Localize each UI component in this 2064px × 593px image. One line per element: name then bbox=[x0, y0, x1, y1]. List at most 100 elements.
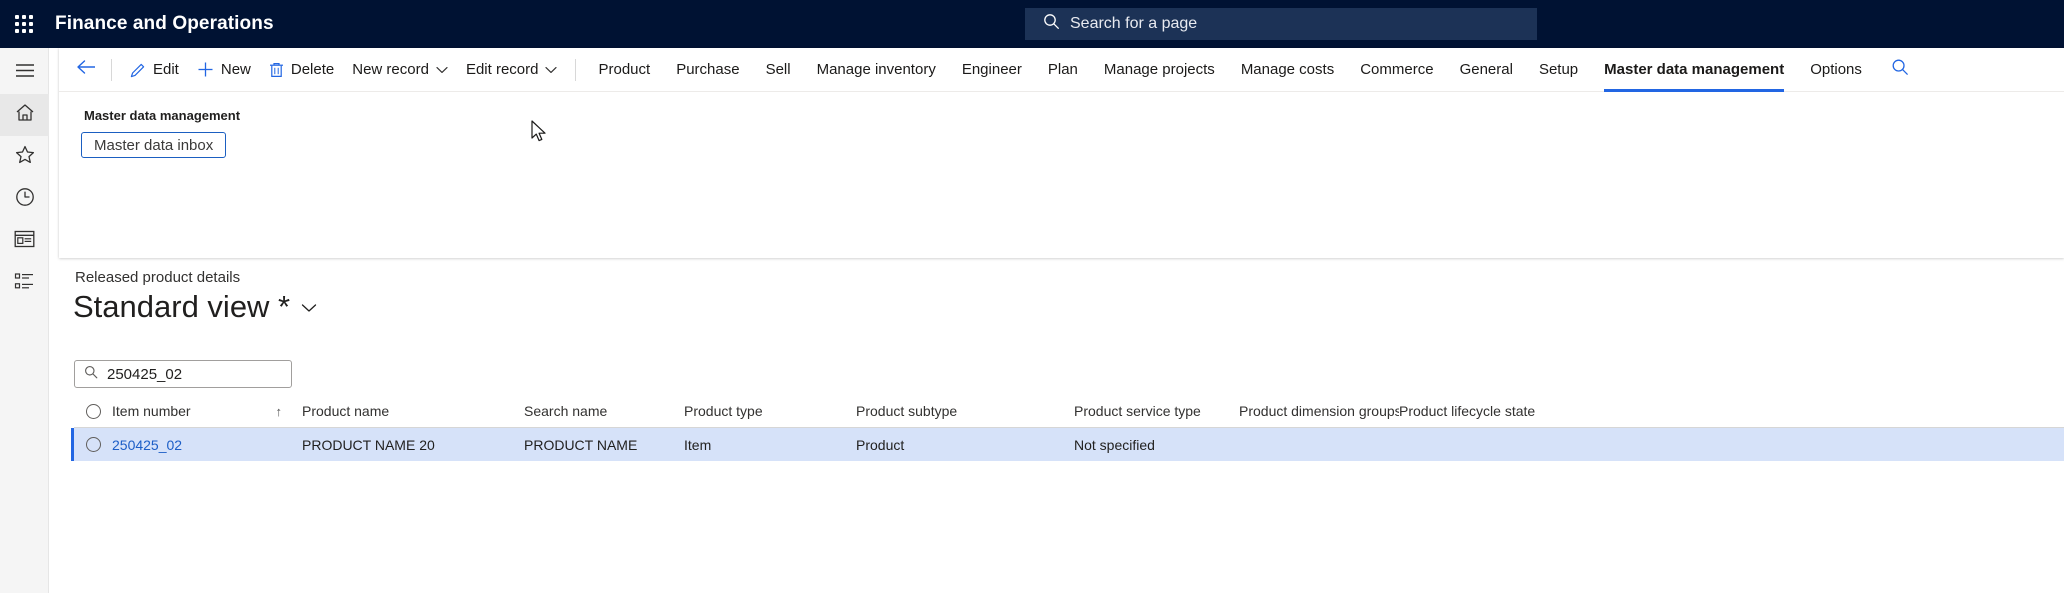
tab-label: Purchase bbox=[676, 61, 740, 78]
tab-plan[interactable]: Plan bbox=[1035, 48, 1091, 92]
breadcrumb: Released product details bbox=[75, 269, 241, 286]
tab-manage-inventory[interactable]: Manage inventory bbox=[804, 48, 949, 92]
sidebar-item-recent[interactable] bbox=[0, 178, 49, 220]
home-icon bbox=[15, 103, 35, 127]
chevron-down-icon bbox=[436, 66, 448, 74]
column-header-product-dimension-groups[interactable]: Product dimension groups bbox=[1239, 403, 1399, 419]
tab-label: Product bbox=[598, 61, 651, 78]
app-title: Finance and Operations bbox=[55, 13, 274, 34]
delete-button-label: Delete bbox=[290, 61, 335, 78]
star-icon bbox=[15, 145, 35, 169]
plus-icon bbox=[197, 61, 214, 78]
cell-search-name: PRODUCT NAME bbox=[524, 436, 638, 453]
tab-sell[interactable]: Sell bbox=[753, 48, 804, 92]
clock-icon bbox=[15, 187, 35, 212]
top-navigation-bar: Finance and Operations Search for a page bbox=[0, 0, 2064, 48]
tab-product[interactable]: Product bbox=[585, 48, 663, 92]
sidebar-item-modules[interactable] bbox=[0, 262, 49, 304]
column-header-product-name[interactable]: Product name bbox=[302, 403, 524, 419]
sidebar-item-favorites[interactable] bbox=[0, 136, 49, 178]
grid-header-row: Item number ↑ Product name Search name P… bbox=[74, 395, 2064, 428]
master-data-inbox-button[interactable]: Master data inbox bbox=[81, 132, 227, 158]
tab-label: General bbox=[1459, 61, 1513, 78]
column-header-product-type[interactable]: Product type bbox=[684, 403, 856, 419]
chevron-down-icon bbox=[301, 285, 317, 321]
column-header-label: Item number bbox=[112, 403, 191, 419]
new-button-label: New bbox=[220, 61, 251, 78]
new-record-label: New record bbox=[352, 61, 429, 78]
pencil-icon bbox=[130, 62, 146, 78]
workspace-icon bbox=[14, 230, 35, 253]
tab-label: Options bbox=[1810, 61, 1862, 78]
back-button[interactable] bbox=[70, 55, 102, 85]
tab-label: Manage projects bbox=[1103, 61, 1215, 78]
tab-label: Plan bbox=[1047, 61, 1078, 78]
action-pane-search-button[interactable] bbox=[1883, 53, 1917, 87]
tab-general[interactable]: General bbox=[1447, 48, 1526, 92]
tab-label: Sell bbox=[765, 61, 791, 78]
table-row[interactable]: 250425_02 PRODUCT NAME 20 PRODUCT NAME I… bbox=[71, 428, 2064, 461]
sidebar-item-home[interactable] bbox=[0, 94, 49, 136]
global-search-box[interactable]: Search for a page bbox=[1025, 8, 1537, 40]
row-select-checkbox[interactable] bbox=[74, 437, 112, 452]
new-button[interactable]: New bbox=[188, 55, 260, 85]
tab-label: Commerce bbox=[1360, 61, 1434, 78]
tab-setup[interactable]: Setup bbox=[1526, 48, 1591, 92]
column-header-product-service-type[interactable]: Product service type bbox=[1074, 403, 1239, 419]
select-circle-icon bbox=[85, 403, 101, 419]
cell-product-type: Item bbox=[684, 436, 712, 453]
tab-label: Master data management bbox=[1604, 61, 1785, 78]
select-all-checkbox[interactable] bbox=[74, 403, 112, 419]
tab-purchase[interactable]: Purchase bbox=[663, 48, 752, 92]
trash-icon bbox=[269, 62, 284, 78]
action-pane-group-label: Master data management bbox=[84, 108, 241, 123]
tab-label: Manage costs bbox=[1240, 61, 1335, 78]
nav-menu-toggle[interactable] bbox=[0, 52, 49, 94]
action-pane-tab-row: Edit New Delete New record Edit record P… bbox=[59, 48, 2064, 92]
column-header-search-name[interactable]: Search name bbox=[524, 403, 684, 419]
chevron-down-icon bbox=[545, 66, 558, 74]
edit-record-label: Edit record bbox=[465, 61, 539, 78]
cell-product-service-type: Not specified bbox=[1074, 436, 1155, 453]
tab-label: Setup bbox=[1538, 61, 1579, 78]
tab-manage-projects[interactable]: Manage projects bbox=[1091, 48, 1228, 92]
action-pane: Edit New Delete New record Edit record P… bbox=[59, 48, 2064, 258]
delete-button[interactable]: Delete bbox=[260, 55, 343, 85]
cell-product-subtype: Product bbox=[856, 436, 905, 453]
search-icon bbox=[1891, 58, 1909, 81]
tab-commerce[interactable]: Commerce bbox=[1347, 48, 1446, 92]
grid-filter-input[interactable]: 250425_02 bbox=[74, 360, 292, 388]
select-circle-icon bbox=[85, 437, 101, 452]
edit-record-menu-button[interactable]: Edit record bbox=[457, 55, 567, 85]
page-title-text: Standard view * bbox=[73, 289, 291, 324]
sidebar-item-workspaces[interactable] bbox=[0, 220, 49, 262]
app-launcher-button[interactable] bbox=[0, 0, 48, 48]
column-header-item-number[interactable]: Item number ↑ bbox=[112, 403, 302, 419]
cell-item-number[interactable]: 250425_02 bbox=[112, 437, 302, 453]
search-icon bbox=[84, 365, 98, 384]
tab-master-data-management[interactable]: Master data management bbox=[1591, 48, 1797, 92]
grid-filter-value: 250425_02 bbox=[107, 365, 183, 383]
tab-options[interactable]: Options bbox=[1797, 48, 1875, 92]
arrow-left-icon bbox=[76, 59, 97, 80]
tab-manage-costs[interactable]: Manage costs bbox=[1228, 48, 1347, 92]
sort-ascending-icon: ↑ bbox=[275, 403, 283, 419]
new-record-menu-button[interactable]: New record bbox=[343, 55, 457, 85]
left-navigation-rail bbox=[0, 48, 49, 593]
toolbar-divider bbox=[111, 58, 112, 81]
action-pane-body: Master data management Master data inbox bbox=[59, 92, 2064, 158]
global-search-placeholder: Search for a page bbox=[1070, 15, 1198, 32]
edit-button[interactable]: Edit bbox=[121, 55, 188, 85]
tab-label: Engineer bbox=[961, 61, 1022, 78]
tab-label: Manage inventory bbox=[816, 61, 936, 78]
cell-product-name: PRODUCT NAME 20 bbox=[302, 436, 435, 453]
edit-button-label: Edit bbox=[153, 61, 179, 78]
tab-engineer[interactable]: Engineer bbox=[949, 48, 1035, 92]
list-icon bbox=[14, 272, 35, 295]
column-header-product-subtype[interactable]: Product subtype bbox=[856, 403, 1074, 419]
app-launcher-icon bbox=[15, 15, 33, 33]
released-products-grid: Item number ↑ Product name Search name P… bbox=[71, 395, 2064, 461]
page-title[interactable]: Standard view * bbox=[73, 289, 317, 325]
column-header-product-lifecycle-state[interactable]: Product lifecycle state bbox=[1399, 403, 1599, 419]
hamburger-menu-icon bbox=[15, 63, 35, 83]
